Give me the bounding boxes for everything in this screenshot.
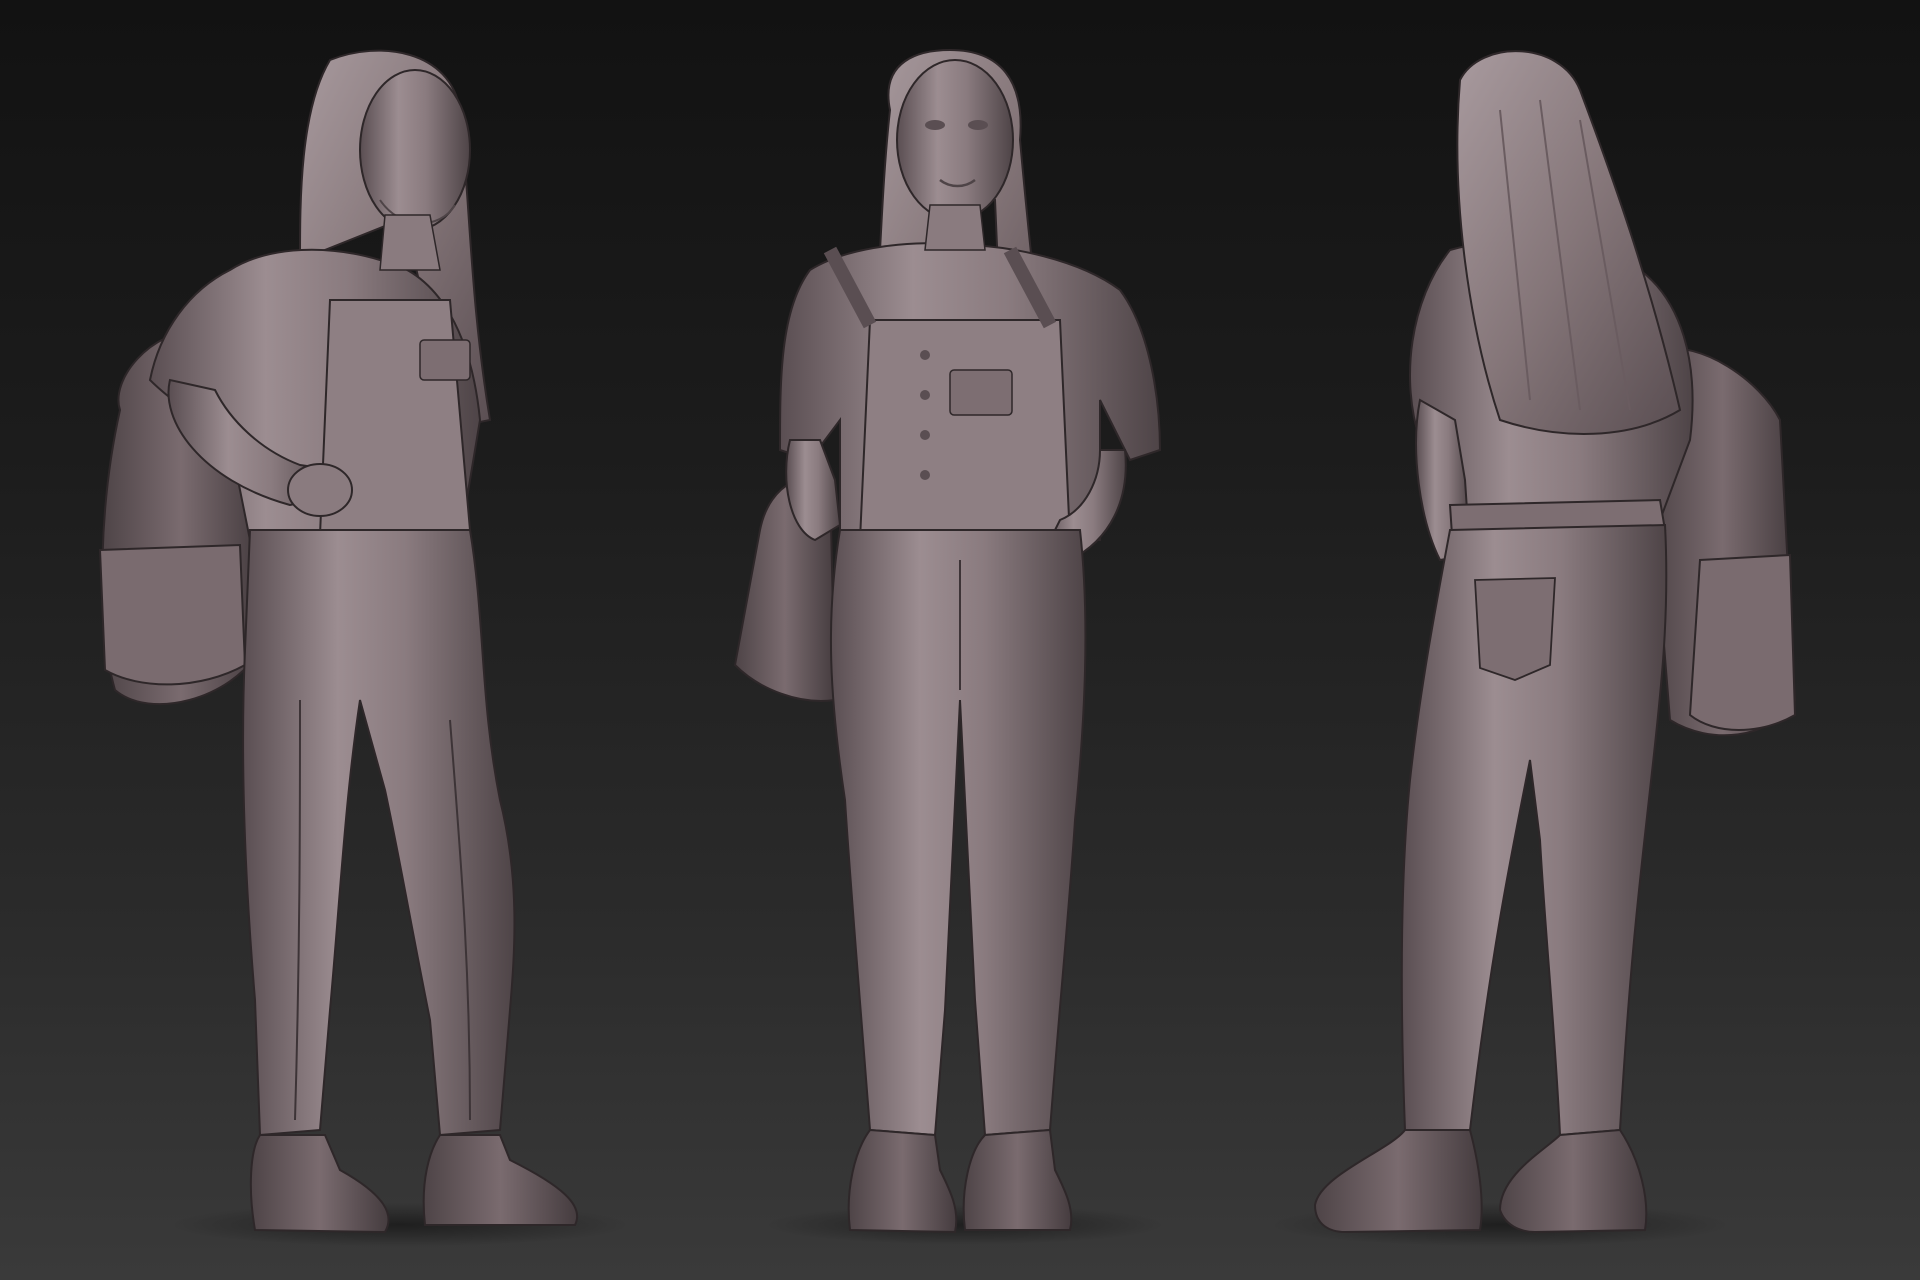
- sculpt-render: [98, 48, 1797, 1247]
- figure-front: [733, 48, 1165, 1245]
- figure-three-quarter-back: [1270, 50, 1797, 1247]
- sculpt-viewport: [0, 0, 1920, 1280]
- figure-three-quarter-front: [98, 49, 630, 1247]
